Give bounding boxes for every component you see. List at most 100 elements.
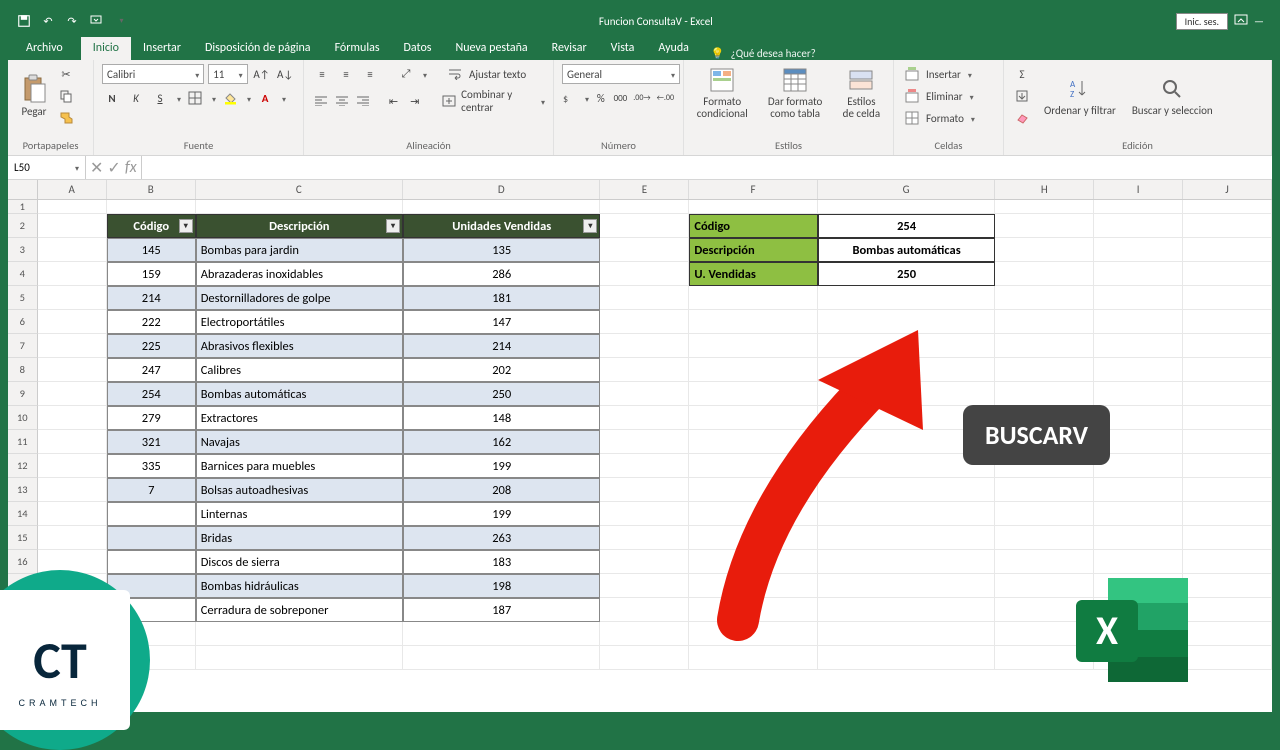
worksheet[interactable]: A B C D E F G H I J 12Código▾Descripción… [8, 180, 1272, 712]
underline-dropdown[interactable] [174, 92, 181, 105]
cell[interactable] [689, 574, 817, 598]
filter-icon[interactable]: ▾ [583, 219, 597, 233]
cell[interactable] [689, 334, 817, 358]
cell[interactable] [1094, 262, 1183, 286]
tab-formulas[interactable]: Fórmulas [323, 37, 392, 60]
comma-icon[interactable]: 000 [613, 88, 629, 108]
cell[interactable]: 183 [403, 550, 600, 574]
cell[interactable] [689, 200, 817, 214]
cell[interactable]: U. Vendidas [689, 262, 817, 286]
tab-layout[interactable]: Disposición de página [193, 37, 323, 60]
row-header[interactable]: 12 [8, 454, 38, 478]
cell[interactable] [995, 358, 1094, 382]
cell[interactable]: 214 [403, 334, 600, 358]
cell[interactable]: Código [689, 214, 817, 238]
cell[interactable] [818, 502, 996, 526]
cell[interactable] [818, 574, 996, 598]
orient-dd[interactable] [420, 68, 427, 81]
cell[interactable] [38, 200, 107, 214]
cell[interactable] [600, 262, 689, 286]
merge-icon[interactable] [440, 91, 457, 111]
tab-view[interactable]: Vista [599, 37, 647, 60]
merge-label[interactable]: Combinar y centrar [461, 88, 534, 114]
cell[interactable]: Cerradura de sobreponer [196, 598, 403, 622]
row-header[interactable]: 6 [8, 310, 38, 334]
cell[interactable]: Destornilladores de golpe [196, 286, 403, 310]
cell[interactable] [995, 262, 1094, 286]
increase-font-icon[interactable]: A↑ [252, 64, 272, 84]
cell[interactable] [818, 334, 996, 358]
ribbon-options-icon[interactable] [1234, 14, 1248, 29]
cell[interactable] [1094, 526, 1183, 550]
cell[interactable] [995, 286, 1094, 310]
row-header[interactable]: 10 [8, 406, 38, 430]
cell[interactable] [689, 430, 817, 454]
cell[interactable] [600, 598, 689, 622]
merge-dd[interactable] [538, 95, 545, 108]
cell[interactable] [600, 286, 689, 310]
cell[interactable]: 145 [107, 238, 196, 262]
cell[interactable]: 250 [403, 382, 600, 406]
cell[interactable] [38, 454, 107, 478]
cell[interactable] [403, 200, 600, 214]
cell[interactable] [38, 334, 107, 358]
cell[interactable]: 187 [403, 598, 600, 622]
cell[interactable]: 199 [403, 502, 600, 526]
cell[interactable] [689, 622, 817, 646]
cell[interactable] [1183, 286, 1272, 310]
cell[interactable]: Bombas para jardin [196, 238, 403, 262]
cell[interactable]: Linternas [196, 502, 403, 526]
align-right-icon[interactable] [355, 91, 372, 111]
paste-button[interactable]: Pegar [16, 73, 52, 120]
cell[interactable] [1094, 310, 1183, 334]
cell[interactable] [600, 238, 689, 262]
cell[interactable] [600, 526, 689, 550]
copy-icon[interactable] [56, 86, 76, 106]
fill-dropdown[interactable] [244, 92, 251, 105]
cell[interactable]: 162 [403, 430, 600, 454]
cell[interactable] [689, 526, 817, 550]
font-color-icon[interactable]: A [255, 88, 275, 108]
cell[interactable]: Bombas automáticas [196, 382, 403, 406]
increase-decimal-icon[interactable]: .00→ [632, 88, 651, 108]
cell[interactable] [600, 550, 689, 574]
cell[interactable] [1183, 382, 1272, 406]
acc-dd[interactable] [582, 92, 589, 105]
cell[interactable]: Calibres [196, 358, 403, 382]
cell[interactable]: 321 [107, 430, 196, 454]
cell[interactable] [600, 358, 689, 382]
cell[interactable] [995, 478, 1094, 502]
col-header[interactable]: A [38, 180, 107, 199]
bold-button[interactable]: N [102, 88, 122, 108]
decrease-decimal-icon[interactable]: ←.00 [656, 88, 675, 108]
align-top-icon[interactable]: ≡ [312, 64, 332, 84]
cell[interactable]: Barnices para muebles [196, 454, 403, 478]
cell[interactable] [38, 262, 107, 286]
align-left-icon[interactable] [312, 91, 329, 111]
cell[interactable]: 214 [107, 286, 196, 310]
cell[interactable] [38, 310, 107, 334]
cell[interactable]: Unidades Vendidas▾ [403, 214, 600, 238]
cell[interactable] [1183, 214, 1272, 238]
cell[interactable] [995, 214, 1094, 238]
cell[interactable]: Bridas [196, 526, 403, 550]
align-bottom-icon[interactable]: ≡ [360, 64, 380, 84]
row-header[interactable]: 4 [8, 262, 38, 286]
enter-formula-icon[interactable]: ✓ [107, 158, 120, 178]
cell[interactable] [107, 502, 196, 526]
cell[interactable] [818, 310, 996, 334]
cell[interactable] [818, 286, 996, 310]
cell[interactable] [600, 310, 689, 334]
cell[interactable] [38, 358, 107, 382]
cell[interactable]: 199 [403, 454, 600, 478]
cell[interactable]: 181 [403, 286, 600, 310]
wrap-label[interactable]: Ajustar texto [469, 68, 526, 81]
cell[interactable] [38, 382, 107, 406]
cell[interactable] [1183, 502, 1272, 526]
col-header[interactable]: B [107, 180, 196, 199]
cell[interactable]: 202 [403, 358, 600, 382]
cell[interactable]: 247 [107, 358, 196, 382]
tab-review[interactable]: Revisar [540, 37, 599, 60]
cell[interactable] [1183, 262, 1272, 286]
col-header[interactable]: E [600, 180, 689, 199]
